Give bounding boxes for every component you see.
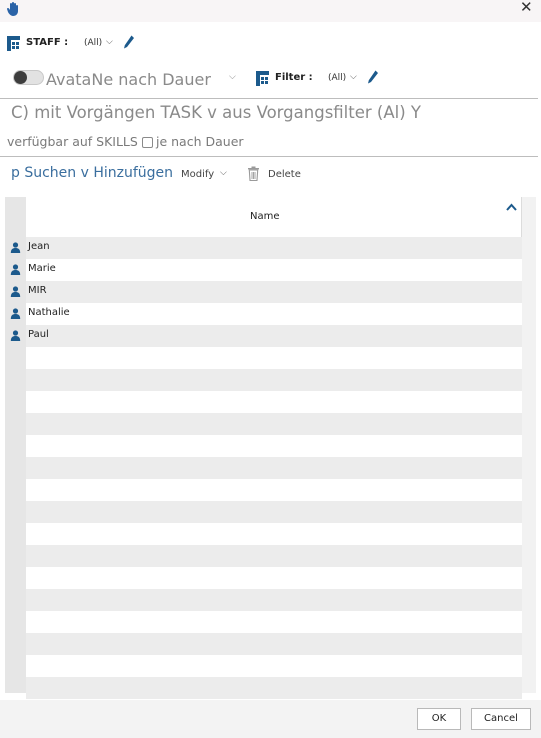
table-row[interactable] [26,369,522,391]
chevron-down-icon[interactable]: ⌵ [220,168,227,178]
filter-dropdown[interactable]: (All) [328,73,346,83]
table-row[interactable] [26,589,522,611]
table-row[interactable] [26,435,522,457]
duration-checkbox-label: je nach Dauer [156,134,244,149]
row-name: Nathalie [28,307,70,318]
title-bar [0,0,541,22]
staff-dropdown[interactable]: (All) [84,38,102,48]
modify-button[interactable]: Modify [181,169,214,180]
row-name: Marie [28,263,56,274]
chevron-down-icon[interactable]: ⌵ [106,37,113,47]
trash-icon[interactable] [247,166,260,181]
table-row[interactable]: Nathalie [10,303,522,325]
separator [0,98,538,99]
table-row[interactable] [26,655,522,677]
table-row[interactable] [26,567,522,589]
hand-icon [7,2,18,16]
grid-header[interactable]: Name [26,197,522,237]
pencil-icon[interactable] [367,70,379,84]
table-row[interactable]: Marie [10,259,522,281]
grid-scrollbar[interactable] [521,197,536,693]
column-header-name[interactable]: Name [250,211,280,222]
row-name: Jean [28,241,50,252]
row-name: MIR [28,285,47,296]
cancel-button[interactable]: Cancel [471,708,531,730]
search-add-link[interactable]: p Suchen v Hinzufügen [11,165,173,181]
filter-label: Filter : [275,72,313,83]
task-line: C) mit Vorgängen TASK v aus Vorgangsfilt… [11,103,421,122]
chevron-down-icon[interactable]: ⌵ [229,72,236,82]
person-icon [10,308,21,319]
grid-body: Jean Marie MIR Nathalie Paul [10,237,522,699]
person-icon [10,264,21,275]
table-row[interactable] [26,457,522,479]
pencil-icon[interactable] [123,35,135,49]
table-row[interactable] [26,501,522,523]
filter-grid-icon [256,71,269,86]
person-icon [10,242,21,253]
table-row[interactable] [26,479,522,501]
table-row[interactable] [26,391,522,413]
delete-button[interactable]: Delete [268,169,301,180]
table-row[interactable] [26,611,522,633]
chevron-down-icon[interactable]: ⌵ [350,72,357,82]
person-icon [10,286,21,297]
table-row[interactable] [26,347,522,369]
close-icon[interactable]: ✕ [520,0,533,16]
table-row[interactable] [26,677,522,699]
staff-label: STAFF : [26,37,69,48]
table-row[interactable]: MIR [10,281,522,303]
separator [0,156,538,157]
staff-grid-icon [7,36,20,51]
table-row[interactable]: Paul [10,325,522,347]
table-row[interactable] [26,633,522,655]
table-row[interactable] [26,523,522,545]
table-row[interactable] [26,545,522,567]
skills-label: verfügbar auf SKILLS [7,134,138,149]
toggle-knob [14,71,27,84]
person-icon [10,330,21,341]
chevron-up-icon[interactable] [506,203,517,211]
table-row[interactable] [26,413,522,435]
availability-label: AvataNe nach Dauer [46,70,211,89]
duration-checkbox[interactable] [142,137,153,148]
table-row[interactable]: Jean [10,237,522,259]
ok-button[interactable]: OK [417,708,461,730]
row-name: Paul [28,329,49,340]
